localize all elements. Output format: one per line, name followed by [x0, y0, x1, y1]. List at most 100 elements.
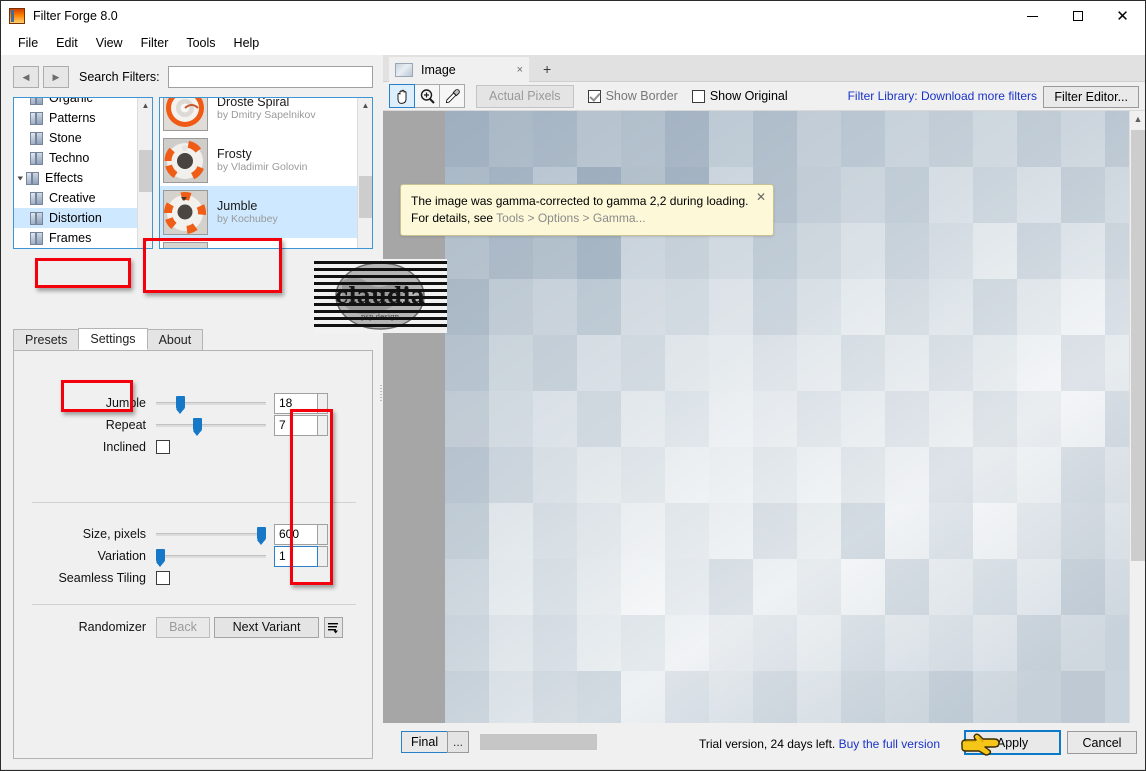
menu-help[interactable]: Help	[225, 33, 269, 53]
slider-thumb[interactable]	[156, 549, 165, 567]
tab-settings[interactable]: Settings	[78, 328, 148, 350]
param-label: Jumble	[105, 396, 146, 410]
close-button[interactable]: ✕	[1100, 1, 1145, 31]
param-value-variation[interactable]: 1	[274, 545, 318, 567]
param-spinner-size[interactable]	[318, 523, 328, 545]
param-spinner-repeat[interactable]	[318, 414, 328, 436]
close-icon[interactable]: ×	[517, 64, 523, 76]
tree-expander-placeholder	[18, 248, 30, 249]
tree-item-misc[interactable]: Misc	[14, 248, 138, 249]
trial-status: Trial version, 24 days left. Buy the ful…	[699, 737, 940, 751]
tree-item-creative[interactable]: Creative	[14, 188, 138, 208]
scrollbar-thumb[interactable]	[139, 150, 152, 192]
tree-item-label: Techno	[49, 151, 90, 165]
scroll-up-icon[interactable]: ▲	[358, 98, 372, 113]
slider-thumb[interactable]	[176, 396, 185, 414]
folder-icon	[30, 211, 44, 225]
minimize-button[interactable]	[1010, 1, 1055, 31]
show-border-checkbox[interactable]: Show Border	[587, 89, 678, 103]
randomizer-next-variant-button[interactable]: Next Variant	[214, 616, 319, 638]
filter-list-item[interactable]: Noise Distortion by Vladimir Golovin	[160, 238, 357, 248]
menu-edit[interactable]: Edit	[47, 33, 87, 53]
tree-item-techno[interactable]: Techno	[14, 148, 138, 168]
filter-author: by Vladimir Golovin	[217, 160, 308, 173]
cancel-button[interactable]: Cancel	[1067, 731, 1137, 754]
menu-tools[interactable]: Tools	[177, 33, 224, 53]
randomizer-menu-button[interactable]	[324, 616, 343, 638]
filter-list-item[interactable]: Droste Spiral by Dmitry Sapelnikov	[160, 97, 357, 134]
eyedropper-tool-button[interactable]	[439, 84, 465, 108]
final-button[interactable]: Final	[401, 731, 449, 753]
param-checkbox-inclined[interactable]	[156, 440, 170, 454]
chevron-down-icon[interactable]	[14, 168, 26, 188]
canvas-vertical-scrollbar[interactable]: ▲ ▼	[1129, 111, 1145, 757]
slider-thumb[interactable]	[193, 418, 202, 436]
gamma-options-link[interactable]: Tools > Options > Gamma...	[496, 211, 645, 225]
apply-button[interactable]: Apply	[964, 730, 1061, 755]
param-spinner-variation[interactable]	[318, 545, 328, 567]
tab-presets[interactable]: Presets	[13, 329, 80, 350]
minimize-icon	[1027, 15, 1038, 17]
param-slider-size[interactable]	[156, 523, 266, 545]
param-checkbox-seamless-tiling[interactable]	[156, 571, 170, 585]
tree-item-patterns[interactable]: Patterns	[14, 108, 138, 128]
tree-item-distortion[interactable]: Distortion	[14, 208, 152, 228]
tree-item-stone[interactable]: Stone	[14, 128, 138, 148]
filter-list[interactable]: Droste Spiral by Dmitry Sapelnikov Frost…	[159, 97, 373, 249]
tree-expander-placeholder	[18, 228, 30, 248]
nav-back-button[interactable]: ◀	[13, 66, 39, 88]
slider-thumb[interactable]	[257, 527, 266, 545]
add-tab-button[interactable]: +	[543, 61, 551, 77]
document-tab-image[interactable]: Image ×	[389, 57, 529, 82]
actual-pixels-button[interactable]: Actual Pixels	[476, 84, 574, 108]
folder-icon	[30, 191, 44, 205]
search-input-wrapper[interactable]	[167, 66, 373, 88]
filter-list-scrollbar[interactable]: ▲	[357, 98, 372, 248]
scrollbar-thumb[interactable]	[359, 176, 372, 218]
param-label: Variation	[97, 549, 146, 563]
scroll-up-icon[interactable]: ▲	[138, 98, 152, 113]
param-spinner-jumble[interactable]	[318, 392, 328, 414]
param-row-repeat: Repeat 7	[14, 414, 328, 436]
menu-filter[interactable]: Filter	[132, 33, 178, 53]
image-canvas[interactable]: The image was gamma-corrected to gamma 2…	[383, 111, 1145, 757]
param-value-jumble[interactable]: 18	[274, 392, 318, 414]
filter-name: Droste Spiral	[217, 97, 290, 109]
param-slider-jumble[interactable]	[156, 392, 266, 414]
filter-thumbnail	[163, 98, 208, 131]
maximize-button[interactable]	[1055, 1, 1100, 31]
close-icon[interactable]: ✕	[756, 189, 766, 206]
tree-item-effects[interactable]: Effects	[14, 168, 138, 188]
filter-editor-button[interactable]: Filter Editor...	[1043, 86, 1139, 108]
search-input[interactable]	[168, 67, 372, 87]
param-slider-repeat[interactable]	[156, 414, 266, 436]
scroll-down-icon[interactable]: ▼	[138, 233, 152, 248]
param-value-repeat[interactable]: 7	[274, 414, 318, 436]
tree-item-frames[interactable]: Frames	[14, 228, 138, 248]
filter-list-item-selected[interactable]: Jumble by Kochubey	[160, 186, 357, 238]
randomizer-back-button[interactable]: Back	[156, 616, 210, 638]
show-original-checkbox[interactable]: Show Original	[691, 89, 788, 103]
filter-list-item[interactable]: Frosty by Vladimir Golovin	[160, 134, 357, 186]
claudia-watermark: claudia psp design	[314, 259, 447, 333]
param-value-size[interactable]: 600	[274, 523, 318, 545]
nav-forward-button[interactable]: ▶	[43, 66, 69, 88]
tree-item-organic[interactable]: Organic	[14, 98, 138, 108]
menu-file[interactable]: File	[9, 33, 47, 53]
filter-author: by Kochubey	[217, 212, 278, 225]
tree-item-label: Stone	[49, 131, 82, 145]
tree-expander-placeholder	[18, 148, 30, 168]
final-options-button[interactable]: ...	[447, 731, 469, 753]
category-tree-scrollbar[interactable]: ▲ ▼	[137, 98, 152, 248]
param-slider-variation[interactable]	[156, 545, 266, 567]
category-tree[interactable]: Organic Patterns Stone Techno Effects Cr…	[13, 97, 153, 249]
zoom-tool-button[interactable]	[414, 84, 440, 108]
buy-full-version-link[interactable]: Buy the full version	[839, 737, 940, 751]
menu-view[interactable]: View	[87, 33, 132, 53]
tab-about[interactable]: About	[146, 329, 204, 350]
scrollbar-thumb[interactable]	[1131, 130, 1145, 561]
filter-library-link[interactable]: Filter Library: Download more filters	[848, 89, 1037, 103]
hand-tool-button[interactable]	[389, 84, 415, 108]
filter-meta: Jumble by Kochubey	[217, 199, 278, 226]
scroll-up-icon[interactable]: ▲	[1130, 111, 1145, 127]
